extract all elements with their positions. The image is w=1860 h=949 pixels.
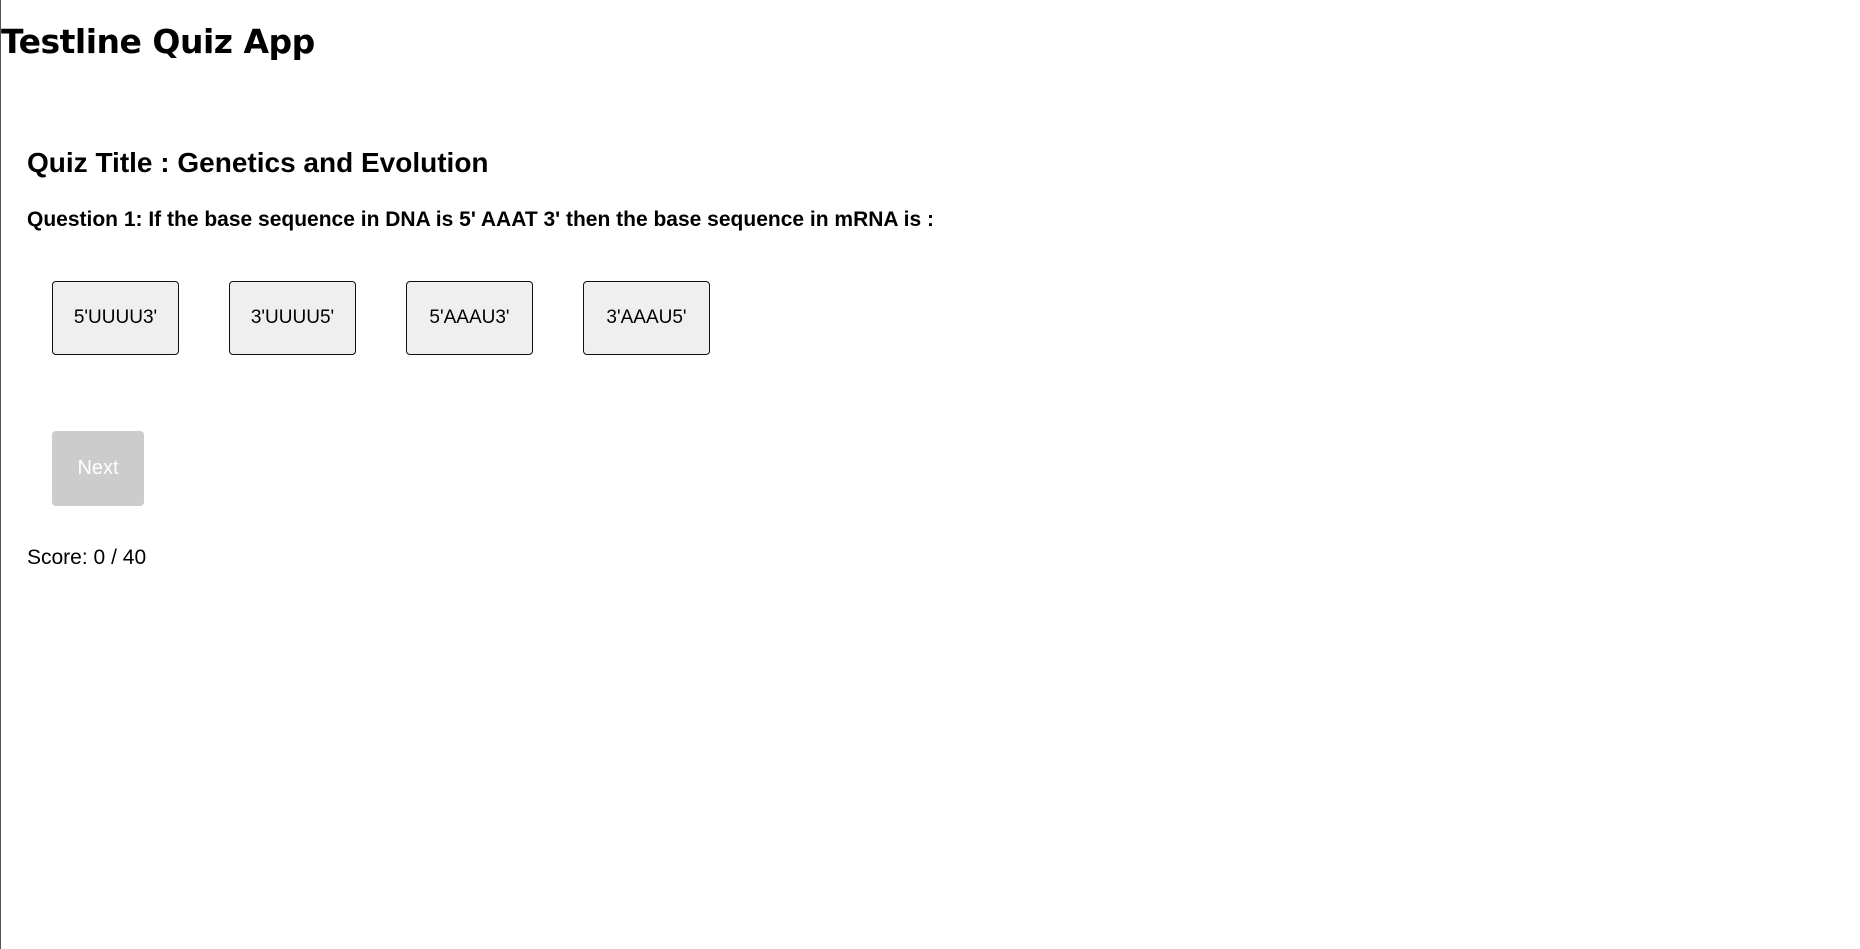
next-button[interactable]: Next — [52, 431, 144, 506]
question-text: Question 1: If the base sequence in DNA … — [27, 208, 934, 231]
score-total: 40 — [122, 546, 147, 569]
score-label: Score: — [27, 546, 88, 569]
option-button-4[interactable]: 3'AAAU5' — [583, 281, 710, 355]
score-current: 0 — [93, 546, 106, 569]
page: Testline Quiz App Quiz Title : Genetics … — [0, 0, 1860, 949]
app-title: Testline Quiz App — [1, 22, 315, 61]
option-button-3[interactable]: 5'AAAU3' — [406, 281, 533, 355]
option-button-1[interactable]: 5'UUUU3' — [52, 281, 179, 355]
score-display: Score: 0 / 40 — [27, 545, 146, 571]
answer-options: 5'UUUU3' 3'UUUU5' 5'AAAU3' 3'AAAU5' — [52, 281, 710, 355]
quiz-title: Quiz Title : Genetics and Evolution — [27, 147, 489, 178]
option-button-2[interactable]: 3'UUUU5' — [229, 281, 356, 355]
